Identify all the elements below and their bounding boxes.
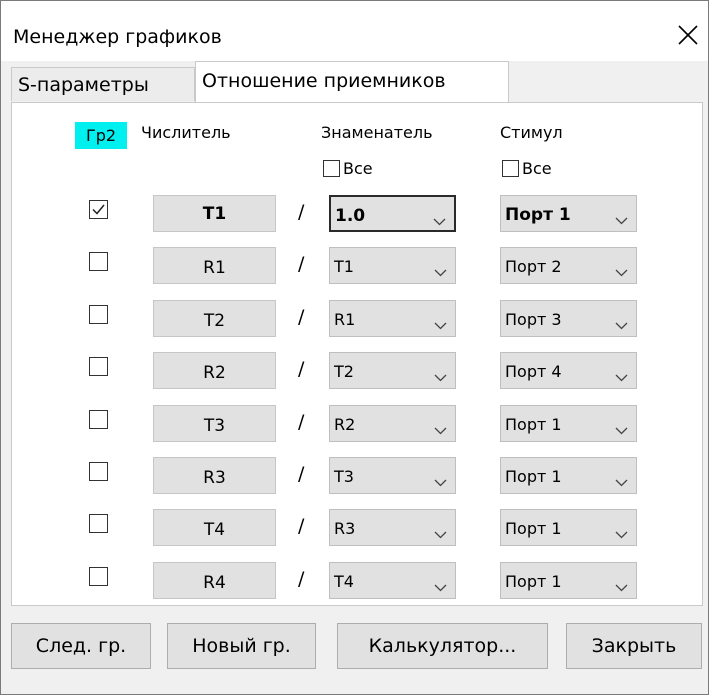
- ratio-slash: /: [298, 567, 305, 590]
- stimulus-value: Порт 3: [505, 309, 562, 329]
- chevron-down-icon: [434, 367, 447, 386]
- stimulus-select[interactable]: Порт 1: [500, 404, 637, 442]
- row-enable-checkbox[interactable]: [89, 409, 108, 429]
- all-stimulus-label: Все: [522, 159, 552, 178]
- denominator-header: Знаменатель: [321, 123, 433, 142]
- tab-s-parameters[interactable]: S-параметры: [11, 67, 195, 101]
- stimulus-value: Порт 1: [505, 414, 562, 434]
- row-enable-checkbox[interactable]: [89, 200, 108, 219]
- denominator-value: R3: [334, 519, 356, 539]
- stimulus-value: Порт 1: [505, 571, 562, 591]
- denominator-value: 1.0: [335, 206, 366, 226]
- stimulus-select[interactable]: Порт 2: [500, 247, 637, 285]
- row-enable-checkbox[interactable]: [89, 514, 108, 534]
- chevron-down-icon: [434, 524, 447, 543]
- denominator-value: T3: [334, 467, 354, 486]
- all-denominator-label: Все: [343, 159, 373, 178]
- chevron-down-icon: [434, 472, 447, 491]
- denominator-value: R1: [334, 309, 356, 329]
- denominator-select[interactable]: T1: [329, 247, 456, 285]
- next-group-button[interactable]: След. гр.: [11, 623, 151, 669]
- chevron-down-icon: [615, 420, 628, 439]
- chevron-down-icon: [615, 262, 628, 281]
- stimulus-select[interactable]: Порт 1: [500, 457, 637, 494]
- row-enable-checkbox[interactable]: [89, 566, 108, 586]
- numerator-button[interactable]: T2: [153, 299, 276, 337]
- graph-manager-window: Менеджер графиков S-параметры Отношение …: [0, 0, 709, 695]
- denominator-value: R2: [334, 414, 356, 434]
- chevron-down-icon: [615, 577, 628, 596]
- close-icon[interactable]: [676, 23, 700, 47]
- row-enable-checkbox[interactable]: [89, 252, 108, 272]
- all-stimulus-checkbox[interactable]: [502, 160, 519, 177]
- chevron-down-icon: [434, 262, 447, 281]
- denominator-value: T2: [334, 362, 354, 382]
- close-button[interactable]: Закрыть: [566, 623, 702, 669]
- row-enable-checkbox[interactable]: [89, 304, 108, 324]
- stimulus-select[interactable]: Порт 3: [500, 299, 637, 337]
- denominator-select[interactable]: 1.0: [329, 195, 456, 232]
- chevron-down-icon: [434, 420, 447, 439]
- stimulus-select[interactable]: Порт 4: [500, 352, 637, 390]
- numerator-button[interactable]: T1: [153, 195, 276, 232]
- denominator-value: T4: [334, 571, 354, 591]
- stimulus-value: Порт 4: [505, 362, 562, 382]
- chevron-down-icon: [615, 367, 628, 386]
- numerator-header: Числитель: [141, 123, 231, 142]
- check-icon: [92, 204, 105, 215]
- numerator-button[interactable]: R4: [153, 561, 276, 599]
- denominator-select[interactable]: R2: [329, 404, 456, 442]
- numerator-button[interactable]: R1: [153, 247, 276, 285]
- tab-receiver-ratio[interactable]: Отношение приемников: [195, 61, 509, 103]
- numerator-button[interactable]: R2: [153, 352, 276, 390]
- tab-bar: S-параметры Отношение приемников: [11, 61, 701, 103]
- denominator-select[interactable]: T3: [329, 457, 456, 494]
- stimulus-select[interactable]: Порт 1: [500, 561, 637, 599]
- denominator-value: T1: [334, 257, 354, 277]
- ratio-panel: Гр2 Числитель Знаменатель Стимул Все Все…: [11, 102, 703, 606]
- denominator-select[interactable]: T4: [329, 561, 456, 599]
- stimulus-value: Порт 2: [505, 257, 562, 277]
- chevron-down-icon: [615, 315, 628, 334]
- stimulus-header: Стимул: [500, 123, 563, 142]
- ratio-slash: /: [298, 358, 305, 381]
- stimulus-value: Порт 1: [505, 467, 562, 486]
- all-denominator-checkbox[interactable]: [323, 160, 340, 177]
- stimulus-select[interactable]: Порт 1: [500, 195, 637, 232]
- stimulus-value: Порт 1: [505, 205, 571, 225]
- chevron-down-icon: [615, 210, 628, 229]
- numerator-button[interactable]: T3: [153, 404, 276, 442]
- chevron-down-icon: [615, 524, 628, 543]
- window-title: Менеджер графиков: [13, 26, 222, 48]
- ratio-slash: /: [298, 463, 305, 485]
- new-group-button[interactable]: Новый гр.: [167, 623, 316, 669]
- row-enable-checkbox[interactable]: [89, 462, 108, 481]
- numerator-button[interactable]: R3: [153, 457, 276, 494]
- chevron-down-icon: [434, 315, 447, 334]
- chevron-down-icon: [434, 577, 447, 596]
- stimulus-select[interactable]: Порт 1: [500, 509, 637, 547]
- ratio-slash: /: [298, 201, 305, 223]
- denominator-select[interactable]: T2: [329, 352, 456, 390]
- stimulus-value: Порт 1: [505, 519, 562, 539]
- denominator-select[interactable]: R3: [329, 509, 456, 547]
- title-bar: Менеджер графиков: [1, 1, 708, 61]
- calculator-button[interactable]: Калькулятор...: [337, 623, 548, 669]
- numerator-button[interactable]: T4: [153, 509, 276, 547]
- ratio-slash: /: [298, 410, 305, 433]
- ratio-slash: /: [298, 305, 305, 328]
- group-badge: Гр2: [75, 122, 127, 149]
- chevron-down-icon: [433, 211, 446, 230]
- denominator-select[interactable]: R1: [329, 299, 456, 337]
- row-enable-checkbox[interactable]: [89, 357, 108, 377]
- chevron-down-icon: [615, 472, 628, 491]
- ratio-slash: /: [298, 253, 305, 276]
- ratio-slash: /: [298, 515, 305, 538]
